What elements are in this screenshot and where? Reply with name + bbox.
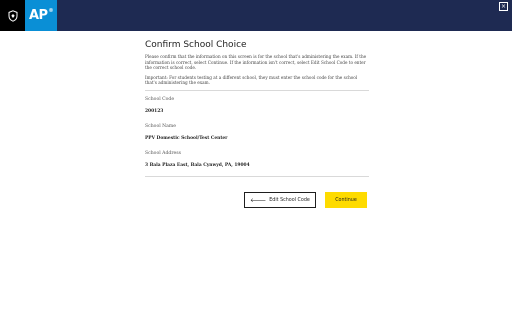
action-buttons: 🡐 Edit School Code Continue	[244, 192, 367, 208]
school-address-field: School Address 3 Bala Plaza East, Bala C…	[145, 151, 369, 168]
school-name-label: School Name	[145, 123, 176, 129]
top-bar: AP® ×	[0, 0, 512, 31]
close-icon: ×	[500, 3, 507, 10]
ap-logo: AP®	[25, 0, 57, 31]
edit-school-code-button[interactable]: 🡐 Edit School Code	[244, 192, 316, 208]
page-title: Confirm School Choice	[145, 40, 247, 50]
school-code-field: School Code 200123	[145, 97, 369, 114]
continue-label: Continue	[335, 197, 357, 203]
continue-button[interactable]: Continue	[325, 192, 367, 208]
edit-school-code-label: Edit School Code	[269, 197, 310, 203]
confirm-school-panel: Confirm School Choice Please confirm tha…	[145, 40, 369, 177]
arrow-left-icon: 🡐	[250, 196, 267, 204]
divider	[145, 175, 369, 177]
intro-text: Please confirm that the information on t…	[145, 54, 367, 71]
important-note: Important: For students testing at a dif…	[145, 74, 358, 86]
school-name-value: PPV Domestic School/Test Center	[145, 135, 228, 141]
school-code-value: 200123	[145, 108, 164, 114]
college-board-logo	[0, 0, 25, 31]
school-code-label: School Code	[145, 96, 175, 102]
school-address-label: School Address	[145, 150, 181, 156]
school-name-field: School Name PPV Domestic School/Test Cen…	[145, 124, 369, 141]
divider	[145, 89, 369, 91]
close-button[interactable]: ×	[499, 2, 508, 11]
ap-logo-text: AP®	[28, 8, 54, 23]
school-address-value: 3 Bala Plaza East, Bala Cynwyd, PA, 1900…	[145, 162, 250, 168]
college-board-shield-icon	[8, 9, 17, 22]
